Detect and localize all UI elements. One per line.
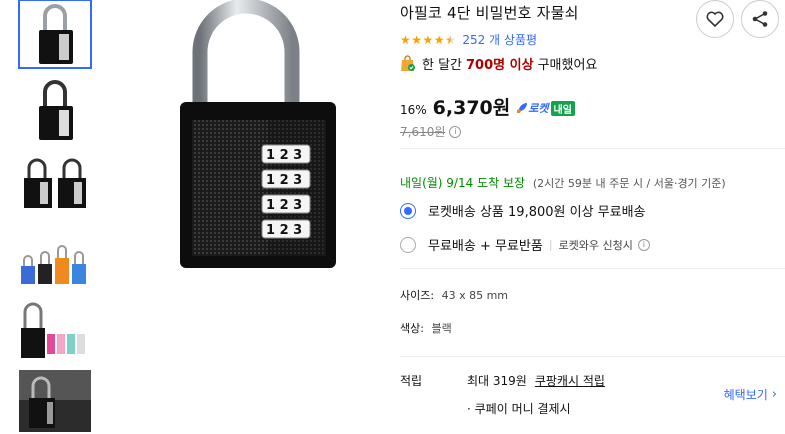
size-value: 43 x 85 mm (441, 289, 509, 302)
original-price-row: 7,610원 i (400, 123, 462, 140)
benefit-line-2: · 쿠페이 머니 결제시 (467, 402, 571, 416)
thumbnail-5[interactable] (19, 296, 91, 364)
svg-text:1 2 3: 1 2 3 (266, 148, 302, 163)
thumbnail-6[interactable] (19, 368, 91, 434)
colored-locks-image (21, 245, 86, 284)
rating-row: ★ ★ ★ ★ ★ 252 개 상품평 (400, 31, 537, 48)
benefit-label: 적립 (400, 374, 423, 388)
radio-selected[interactable] (400, 202, 416, 219)
padlock-image: 1 2 3 1 2 3 1 2 3 1 2 3 (180, 0, 336, 268)
star-icon: ★ (422, 32, 434, 47)
main-product-image: 1 2 3 1 2 3 1 2 3 1 2 3 (150, 0, 360, 280)
sold-highlight: 700명 이상 (466, 58, 534, 73)
sold-suffix: 구매했어요 (537, 58, 598, 73)
svg-text:1 2 3: 1 2 3 (266, 173, 302, 188)
info-icon[interactable]: i (449, 125, 462, 138)
wishlist-button[interactable] (696, 0, 734, 38)
original-price: 7,610원 (400, 125, 446, 139)
delivery-note: (2시간 59분 내 주문 시 / 서울·경기 기준) (532, 177, 726, 190)
arrival-guarantee: 도착 보장 (477, 176, 526, 190)
shipping-option-rocket[interactable]: 로켓배송 상품 19,800원 이상 무료배송 (400, 201, 646, 220)
price-row: 16% 6,370원 로켓 내일 (400, 93, 575, 120)
divider (400, 268, 785, 269)
svg-text:1 2 3: 1 2 3 (266, 198, 302, 213)
view-benefits-button[interactable]: 혜택보기 › (724, 386, 777, 403)
separator: | (548, 238, 553, 251)
divider (400, 148, 785, 149)
thumbnail-4[interactable] (19, 226, 91, 294)
shipping-option-label: 무료배송 + 무료반품 (428, 239, 543, 254)
view-benefits-label: 혜택보기 (723, 388, 768, 402)
star-icon: ★ (400, 32, 411, 47)
size-label: 사이즈: (400, 289, 435, 302)
half-star-icon: ★ (445, 32, 456, 47)
rocket-icon (517, 103, 528, 113)
lock-image (39, 4, 73, 64)
benefit-line-1: 최대 319원 쿠팡캐시 적립 (467, 372, 605, 389)
lock-image (39, 80, 73, 140)
coupang-cash-link[interactable]: 쿠팡캐시 적립 (535, 372, 605, 389)
share-button[interactable] (741, 0, 779, 38)
shipping-option-free[interactable]: 무료배송 + 무료반품 | 로켓와우 신청시 i (400, 235, 650, 254)
product-title: 아필코 4단 비밀번호 자물쇠 (400, 4, 579, 22)
rocket-label: 로켓 (528, 102, 549, 115)
sale-price: 6,370원 (432, 97, 511, 119)
thumbnail-3[interactable] (19, 150, 91, 218)
color-label: 색상: (400, 322, 424, 335)
info-icon[interactable]: i (637, 238, 650, 251)
thumbnail-1[interactable] (18, 0, 92, 69)
star-icon: ★ (433, 32, 445, 47)
divider (400, 356, 785, 357)
sold-count: 한 달간 700명 이상 구매했어요 (400, 54, 597, 73)
radio-unselected[interactable] (400, 236, 416, 253)
heart-icon (706, 11, 724, 27)
arrival-date: 내일(월) 9/14 (400, 176, 474, 190)
discount-rate: 16% (400, 103, 427, 117)
color-value: 블랙 (431, 322, 452, 335)
svg-text:1 2 3: 1 2 3 (266, 223, 302, 238)
shipping-option-label: 로켓배송 상품 19,800원 이상 무료배송 (428, 205, 646, 220)
multicolor-locks-image (21, 302, 85, 358)
rocket-tag: 내일 (550, 100, 575, 116)
thumbnail-2[interactable] (19, 76, 91, 144)
product-info: 아필코 4단 비밀번호 자물쇠 ★ ★ ★ ★ ★ 252 개 상품평 한 달간… (400, 0, 785, 434)
benefit-amount: 최대 319원 (467, 374, 527, 388)
star-rating: ★ ★ ★ ★ ★ (400, 34, 456, 46)
sold-prefix: 한 달간 (422, 58, 463, 73)
share-icon (752, 11, 768, 27)
shipping-option-sub: 로켓와우 신청시 (558, 238, 633, 252)
chevron-right-icon: › (771, 387, 777, 402)
color-spec: 색상: 블랙 (400, 320, 452, 336)
lock-lifestyle-image (19, 370, 91, 432)
size-spec: 사이즈: 43 x 85 mm (400, 287, 508, 303)
review-count-link[interactable]: 252 개 상품평 (462, 31, 537, 48)
lock-pair-image (24, 158, 86, 208)
bag-check-icon (401, 55, 415, 71)
star-icon: ★ (411, 32, 423, 47)
rocket-badge: 로켓 내일 (516, 100, 575, 116)
delivery-info: 내일(월) 9/14 도착 보장 (2시간 59분 내 주문 시 / 서울·경기… (400, 174, 726, 191)
